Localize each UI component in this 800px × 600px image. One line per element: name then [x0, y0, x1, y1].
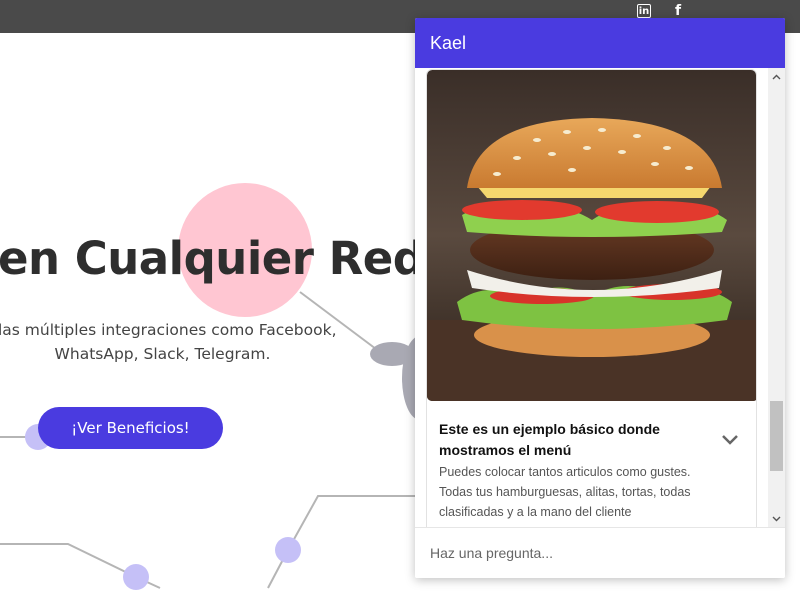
hero-subtitle: las múltiples integraciones como Faceboo…: [0, 318, 337, 366]
chat-question-input[interactable]: [415, 528, 785, 578]
chat-input-area: [415, 527, 785, 578]
chat-widget: Kael Este es un ejemplo básico donde mos…: [415, 18, 785, 578]
chat-scrollbar[interactable]: [768, 68, 785, 527]
card-description: Puedes colocar tantos articulos como gus…: [439, 462, 739, 522]
chevron-down-icon[interactable]: [719, 428, 741, 450]
card-title-line: Este es un ejemplo básico donde: [439, 421, 660, 437]
hero-subtitle-line: WhatsApp, Slack, Telegram.: [54, 345, 271, 363]
lavender-dot: [123, 564, 149, 590]
card-description-line: clasificadas y a la mano del cliente: [439, 505, 632, 519]
hero-subtitle-line: las múltiples integraciones como Faceboo…: [0, 321, 337, 339]
chat-header: Kael: [415, 18, 785, 68]
chat-messages[interactable]: Este es un ejemplo básico donde mostramo…: [415, 68, 785, 527]
benefits-button[interactable]: ¡Ver Beneficios!: [38, 407, 223, 449]
hero-title: en Cualquier Red S: [0, 232, 472, 285]
card-description-line: Puedes colocar tantos articulos como gus…: [439, 465, 691, 479]
chat-title: Kael: [430, 32, 467, 53]
card-description-line: Todas tus hamburguesas, alitas, tortas, …: [439, 485, 691, 499]
lavender-dot: [275, 537, 301, 563]
card-title: Este es un ejemplo básico donde mostramo…: [439, 419, 709, 461]
scroll-down-icon[interactable]: [768, 510, 785, 527]
menu-card[interactable]: Este es un ejemplo básico donde mostramo…: [426, 69, 757, 527]
scrollbar-thumb[interactable]: [770, 401, 783, 471]
card-title-line: mostramos el menú: [439, 442, 572, 458]
scroll-up-icon[interactable]: [768, 68, 785, 85]
burger-image: [427, 70, 756, 401]
